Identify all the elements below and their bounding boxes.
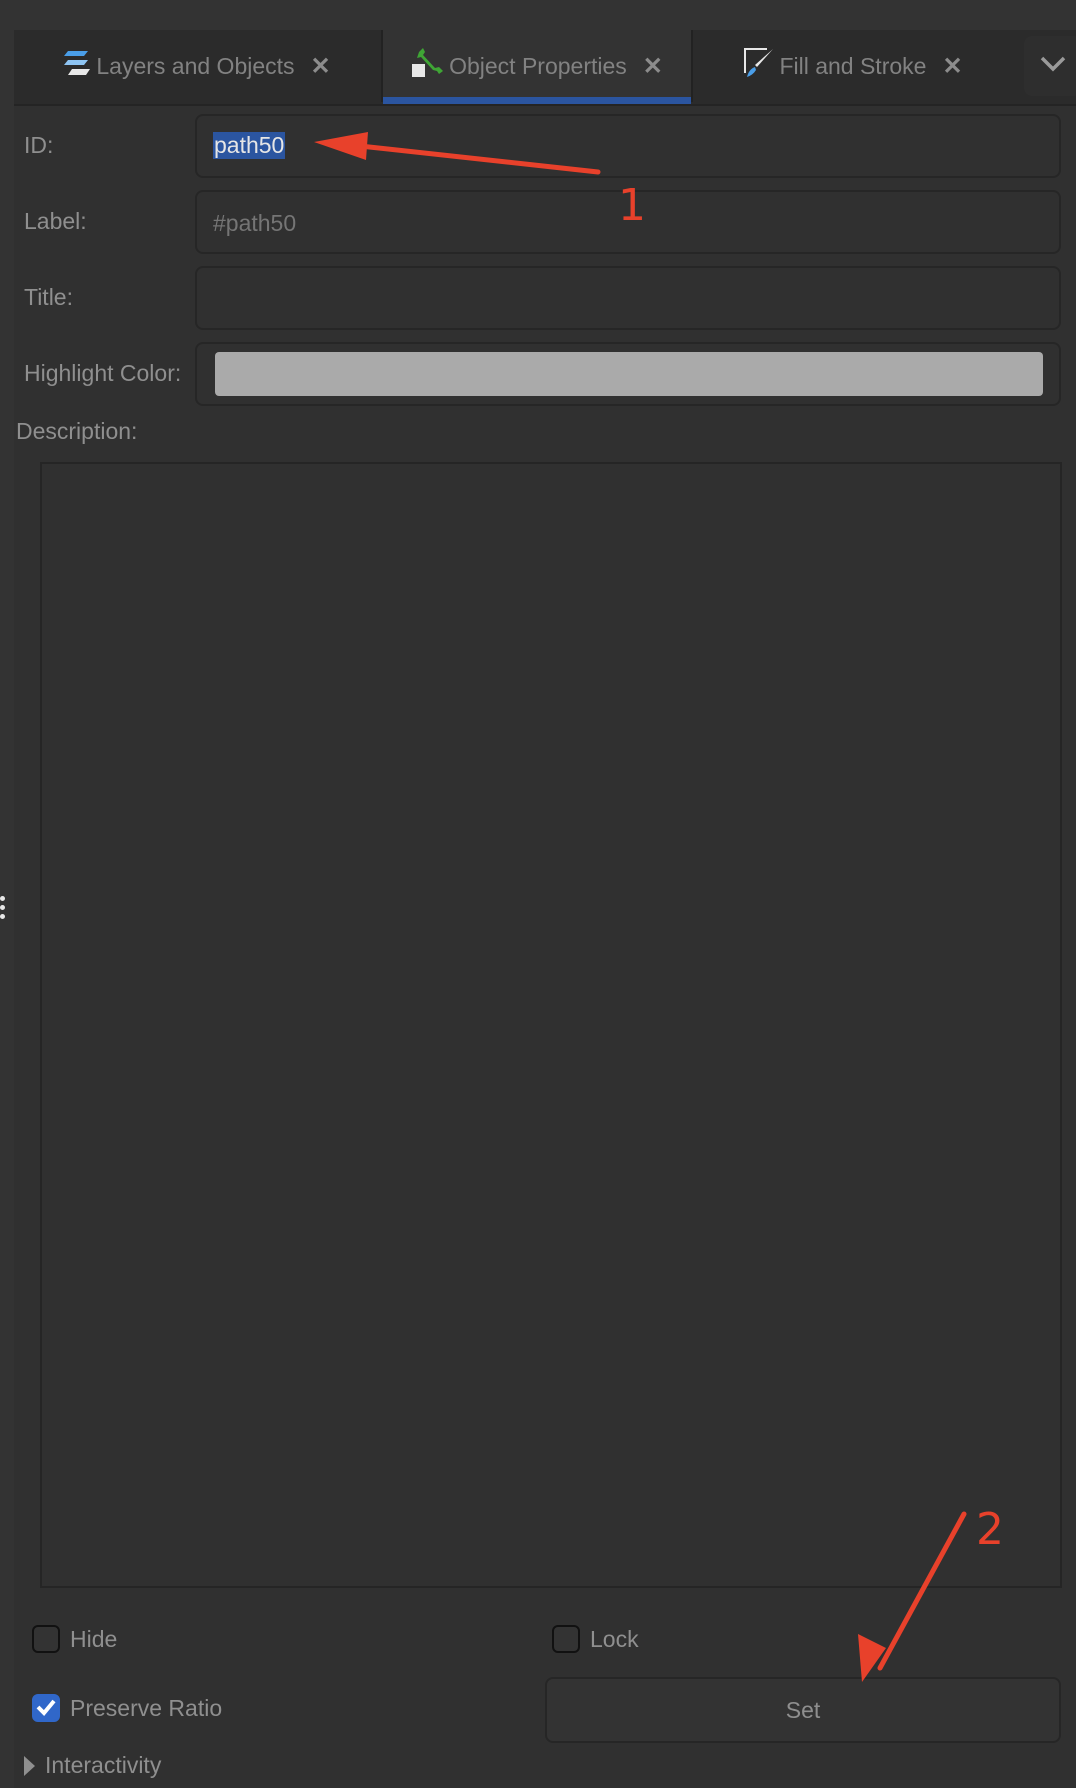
checkbox-box[interactable] bbox=[32, 1625, 60, 1653]
title-field[interactable] bbox=[195, 266, 1061, 330]
interactivity-expander[interactable]: Interactivity bbox=[24, 1752, 161, 1779]
set-button-label: Set bbox=[785, 1696, 821, 1723]
id-input-value[interactable]: path50 bbox=[213, 132, 286, 159]
set-button[interactable]: Set bbox=[545, 1677, 1061, 1743]
checkbox-box[interactable] bbox=[552, 1625, 580, 1653]
annotation-number-1: 1 bbox=[618, 180, 646, 231]
tab-label: Fill and Stroke bbox=[779, 52, 927, 79]
tab-layers-and-objects[interactable]: Layers and Objects ✕ bbox=[14, 30, 379, 102]
layers-icon bbox=[62, 49, 92, 83]
close-tab-icon[interactable]: ✕ bbox=[311, 52, 331, 81]
paintbrush-icon bbox=[743, 47, 775, 85]
panel-resize-strip[interactable] bbox=[0, 0, 14, 1788]
tab-label: Object Properties bbox=[449, 52, 627, 79]
expand-triangle-icon bbox=[24, 1755, 35, 1776]
preserve-ratio-checkbox[interactable]: Preserve Ratio bbox=[32, 1694, 222, 1722]
highlight-color-button[interactable] bbox=[215, 352, 1043, 396]
title-label: Title: bbox=[24, 284, 73, 310]
tab-overflow-menu-button[interactable] bbox=[1024, 36, 1076, 96]
dock-tab-bar: Layers and Objects ✕ Object Properties ✕… bbox=[14, 30, 1076, 106]
label-label: Label: bbox=[24, 208, 87, 234]
annotation-number-2: 2 bbox=[976, 1504, 1004, 1555]
tab-object-properties[interactable]: Object Properties ✕ bbox=[383, 30, 691, 104]
close-tab-icon[interactable]: ✕ bbox=[643, 52, 663, 81]
description-label: Description: bbox=[16, 418, 138, 444]
wrench-icon bbox=[411, 46, 445, 86]
id-label: ID: bbox=[24, 132, 54, 158]
description-textarea[interactable] bbox=[42, 464, 1064, 1590]
lock-checkbox[interactable]: Lock bbox=[552, 1625, 639, 1653]
close-tab-icon[interactable]: ✕ bbox=[942, 52, 962, 81]
checkbox-box[interactable] bbox=[32, 1694, 60, 1722]
preserve-ratio-label: Preserve Ratio bbox=[70, 1694, 223, 1721]
id-field[interactable]: path50 bbox=[195, 114, 1061, 178]
chevron-down-icon bbox=[1040, 56, 1066, 77]
hide-label: Hide bbox=[70, 1625, 118, 1652]
lock-label: Lock bbox=[590, 1625, 639, 1652]
hide-checkbox[interactable]: Hide bbox=[32, 1625, 117, 1653]
highlight-color-label: Highlight Color: bbox=[24, 360, 182, 386]
title-input[interactable] bbox=[211, 268, 1045, 330]
active-tab-indicator bbox=[383, 97, 691, 104]
interactivity-label: Interactivity bbox=[45, 1752, 162, 1778]
drag-handle-icon[interactable] bbox=[0, 896, 5, 923]
checkmark-icon bbox=[36, 1695, 56, 1722]
description-field[interactable] bbox=[40, 462, 1064, 1590]
tab-fill-and-stroke[interactable]: Fill and Stroke ✕ bbox=[693, 30, 1013, 102]
highlight-color-field[interactable] bbox=[195, 342, 1061, 406]
tab-label: Layers and Objects bbox=[96, 52, 295, 79]
